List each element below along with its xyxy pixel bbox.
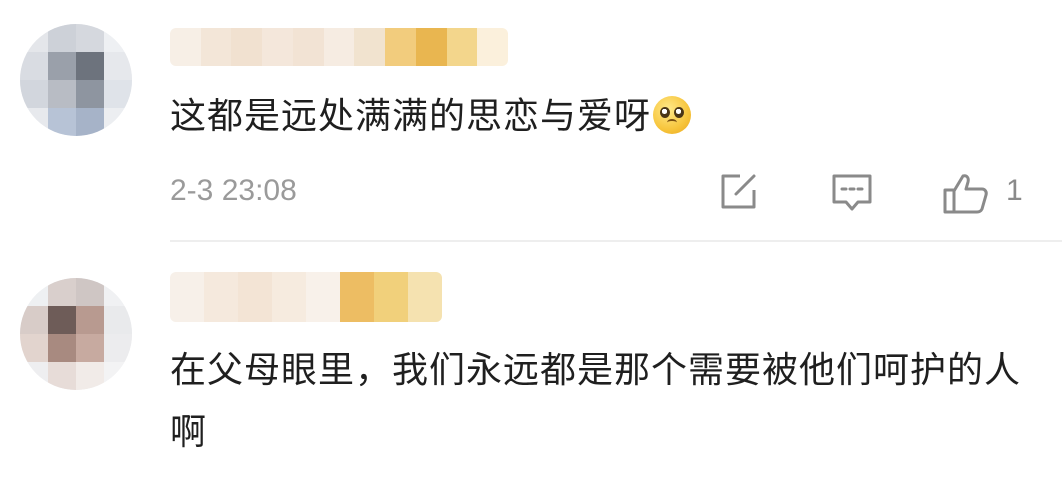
avatar[interactable] bbox=[20, 24, 132, 136]
comment-item: 这都是远处满满的思恋与爱呀 2-3 23:08 1 bbox=[0, 0, 1062, 242]
comment-text-content: 在父母眼里，我们永远都是那个需要被他们呵护的人啊 bbox=[170, 350, 1022, 453]
comment-item: 在父母眼里，我们永远都是那个需要被他们呵护的人啊 bbox=[0, 242, 1062, 479]
comment-reply-icon[interactable] bbox=[830, 172, 874, 214]
timestamp: 2-3 23:08 bbox=[170, 174, 297, 207]
username-blurred[interactable] bbox=[170, 28, 508, 66]
edit-share-icon[interactable] bbox=[718, 172, 758, 212]
thumbs-up-icon[interactable] bbox=[942, 172, 990, 216]
comment-text: 这都是远处满满的思恋与爱呀 bbox=[170, 86, 692, 148]
like-count: 1 bbox=[1006, 174, 1023, 207]
username-blurred[interactable] bbox=[170, 272, 442, 322]
pleading-face-emoji bbox=[653, 96, 692, 134]
comment-text-content: 这都是远处满满的思恋与爱呀 bbox=[170, 96, 652, 137]
avatar[interactable] bbox=[20, 278, 132, 390]
comment-text: 在父母眼里，我们永远都是那个需要被他们呵护的人啊 bbox=[170, 340, 1040, 464]
comment-meta: 2-3 23:08 1 bbox=[0, 170, 1062, 214]
